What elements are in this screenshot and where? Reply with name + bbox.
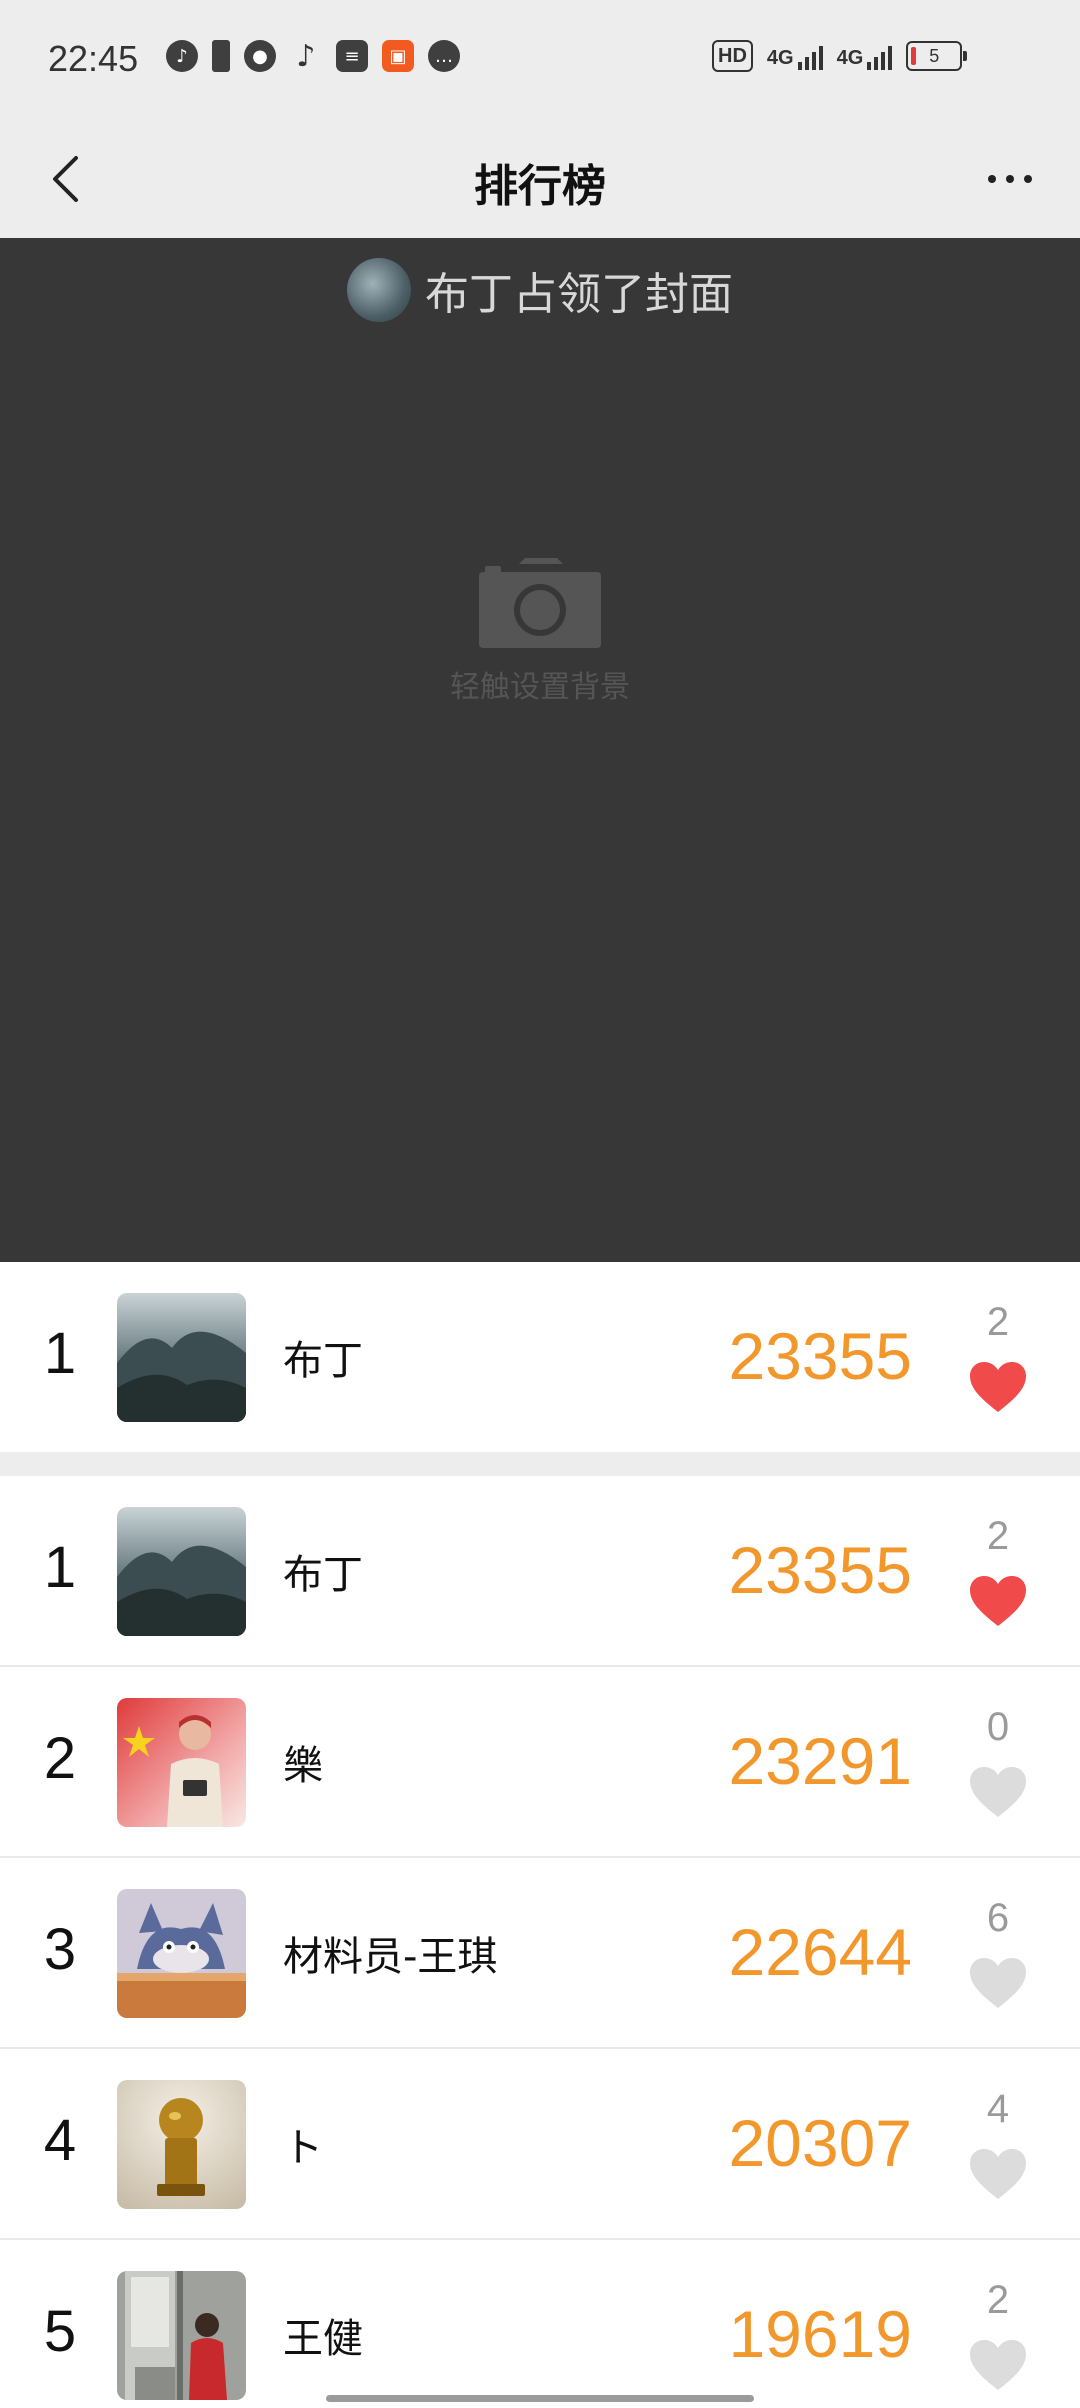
rank-number: 4 bbox=[43, 2108, 77, 2173]
tiktok-icon: ♪ bbox=[296, 38, 316, 74]
user-name: 王健 bbox=[283, 2316, 363, 2362]
heart-icon[interactable] bbox=[970, 1958, 1026, 2010]
more-options-button[interactable] bbox=[970, 144, 1050, 214]
list-item[interactable]: 1 布丁 23355 2 bbox=[0, 1476, 1080, 1666]
step-count: 23355 bbox=[728, 1319, 912, 1393]
avatar[interactable] bbox=[117, 2271, 246, 2400]
battery-icon: 5 bbox=[906, 41, 968, 71]
avatar[interactable] bbox=[117, 1293, 246, 1422]
my-rank-row[interactable]: 1 布丁 23355 2 bbox=[0, 1262, 1080, 1452]
home-indicator[interactable] bbox=[326, 2395, 754, 2402]
section-divider bbox=[0, 1452, 1080, 1476]
heart-icon[interactable] bbox=[970, 1362, 1026, 1414]
camera-icon bbox=[479, 558, 601, 648]
like-count: 2 bbox=[986, 1300, 1010, 1344]
user-name: 樂 bbox=[283, 1743, 323, 1789]
status-bar: 22:45 ♪ ● ♪ ≡ ▣ … HD 4G 4G 5 bbox=[0, 0, 1080, 120]
heart-icon[interactable] bbox=[970, 2149, 1026, 2201]
rank-number: 2 bbox=[43, 1726, 77, 1791]
step-count: 20307 bbox=[728, 2106, 912, 2180]
rank-number: 1 bbox=[43, 1535, 77, 1600]
nav-bar: 排行榜 bbox=[0, 120, 1080, 238]
hd-voice-icon: HD bbox=[712, 40, 753, 72]
user-name: 布丁 bbox=[283, 1338, 363, 1384]
signal-icon-2: 4G bbox=[837, 42, 893, 70]
more-dot-icon bbox=[1024, 175, 1032, 183]
step-count: 19619 bbox=[728, 2297, 912, 2371]
page-title: 排行榜 bbox=[474, 161, 606, 212]
like-count: 6 bbox=[986, 1896, 1010, 1940]
like-count: 2 bbox=[986, 2278, 1010, 2322]
like-count: 4 bbox=[986, 2087, 1010, 2131]
more-dot-icon bbox=[988, 175, 996, 183]
notification-icons: ♪ ● ♪ ≡ ▣ … bbox=[166, 38, 460, 74]
battery-saver-icon bbox=[212, 40, 230, 72]
avatar[interactable] bbox=[117, 1507, 246, 1636]
avatar[interactable] bbox=[117, 1698, 246, 1827]
rank-number: 1 bbox=[43, 1321, 77, 1386]
list-item[interactable]: 4 ト 20307 4 bbox=[0, 2049, 1080, 2239]
user-name: 布丁 bbox=[283, 1552, 363, 1598]
cover-area[interactable]: 布丁占领了封面 轻触设置背景 bbox=[0, 238, 1080, 1262]
user-name: 材料员-王琪 bbox=[283, 1934, 498, 1980]
avatar[interactable] bbox=[117, 1889, 246, 2018]
kuaishou-icon: ▣ bbox=[382, 40, 414, 72]
rank-number: 3 bbox=[43, 1917, 77, 1982]
list-item[interactable]: 3 材料员-王琪 22644 6 bbox=[0, 1858, 1080, 2048]
cover-owner-avatar bbox=[347, 258, 411, 322]
heart-icon[interactable] bbox=[970, 1576, 1026, 1628]
step-count: 22644 bbox=[728, 1915, 912, 1989]
heart-icon[interactable] bbox=[970, 2340, 1026, 2392]
qq-icon: ● bbox=[244, 40, 276, 72]
like-count: 0 bbox=[986, 1705, 1010, 1749]
avatar[interactable] bbox=[117, 2080, 246, 2209]
like-count: 2 bbox=[986, 1514, 1010, 1558]
set-background-label: 轻触设置背景 bbox=[450, 670, 630, 705]
user-name: ト bbox=[283, 2125, 323, 2171]
status-time: 22:45 bbox=[48, 38, 139, 79]
step-count: 23355 bbox=[728, 1533, 912, 1607]
list-item[interactable]: 5 王健 19619 2 bbox=[0, 2240, 1080, 2408]
rank-number: 5 bbox=[43, 2299, 77, 2364]
more-dot-icon bbox=[1006, 175, 1014, 183]
cover-owner: 布丁占领了封面 bbox=[0, 258, 1080, 322]
music-app-icon: ♪ bbox=[166, 40, 198, 72]
signal-icon-1: 4G bbox=[767, 42, 823, 70]
step-count: 23291 bbox=[728, 1724, 912, 1798]
cover-owner-text: 布丁占领了封面 bbox=[425, 269, 733, 320]
chat-icon: … bbox=[428, 40, 460, 72]
system-icons: HD 4G 4G 5 bbox=[712, 40, 968, 72]
heart-icon[interactable] bbox=[970, 1767, 1026, 1819]
set-background-button[interactable]: 轻触设置背景 bbox=[0, 558, 1080, 706]
news-icon: ≡ bbox=[336, 40, 368, 72]
list-item[interactable]: 2 樂 23291 0 bbox=[0, 1667, 1080, 1857]
